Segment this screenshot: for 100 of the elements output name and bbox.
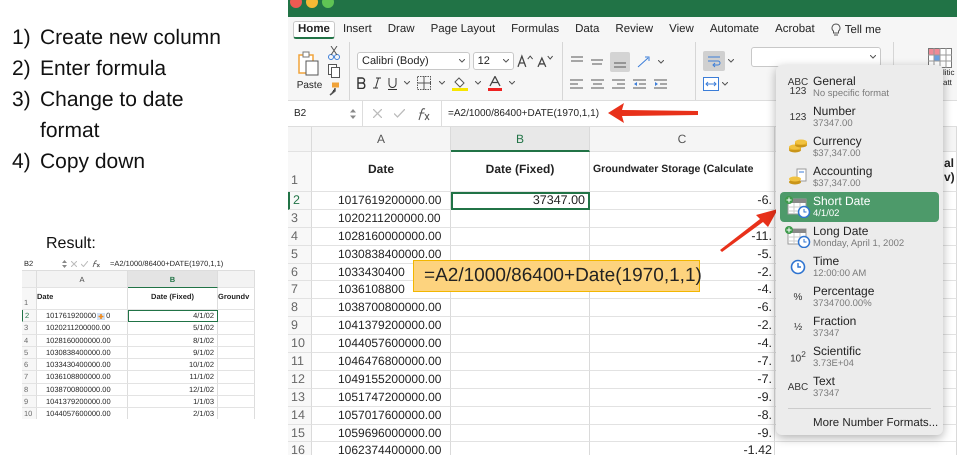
- format-example: 3734700.00%: [813, 298, 873, 309]
- format-option[interactable]: Currency $37,347.00: [780, 132, 939, 162]
- table-cell: -9.: [590, 388, 775, 407]
- ribbon-tab[interactable]: Data: [567, 17, 608, 42]
- table-cell: 1041379200000.00: [312, 317, 451, 336]
- ribbon-tab[interactable]: Insert: [334, 17, 380, 42]
- format-name: Fraction: [813, 315, 856, 328]
- percentage-format-icon: %: [787, 292, 809, 302]
- format-example: No specific format: [813, 88, 890, 99]
- caret-icon: [458, 58, 465, 62]
- caret-icon[interactable]: [509, 81, 515, 85]
- step-number: 3): [12, 87, 32, 113]
- caret-icon[interactable]: [439, 81, 445, 85]
- header-cell-fragment: v): [944, 170, 956, 184]
- format-name: General: [813, 75, 857, 88]
- caret-icon[interactable]: [722, 82, 728, 86]
- caret-icon[interactable]: [658, 60, 664, 64]
- step-text: Enter formula: [40, 56, 168, 82]
- caret-icon[interactable]: [404, 81, 410, 85]
- row-number: 14: [288, 406, 312, 425]
- conditional-formatting-icon[interactable]: [928, 48, 952, 68]
- decrease-indent-icon[interactable]: [633, 78, 646, 90]
- table-cell: 1044057600000.00: [312, 335, 451, 354]
- header-cell: Date: [312, 152, 451, 192]
- copy-icon[interactable]: [328, 64, 340, 78]
- format-name: Time: [813, 255, 840, 268]
- column-header[interactable]: B: [451, 127, 590, 152]
- caret-icon[interactable]: [475, 81, 481, 85]
- ribbon-tab[interactable]: Automate: [702, 17, 768, 42]
- format-option[interactable]: Time 12:00:00 AM: [780, 252, 939, 282]
- row-number: 15: [288, 424, 312, 442]
- column-header[interactable]: A: [312, 127, 451, 152]
- merge-cells-icon[interactable]: [703, 77, 719, 91]
- ribbon-tab[interactable]: Review: [607, 17, 662, 42]
- ribbon-tab[interactable]: Formulas: [503, 17, 568, 42]
- formula-field[interactable]: =A2/1000/86400+DATE(1970,1,1): [442, 108, 600, 119]
- table-cell: -7.: [590, 370, 775, 389]
- format-painter-icon[interactable]: [328, 82, 340, 96]
- bold-icon[interactable]: [357, 77, 366, 89]
- table-cell: -6.: [590, 299, 775, 318]
- align-left-icon[interactable]: [570, 78, 583, 90]
- ribbon-tab[interactable]: Home: [293, 20, 335, 38]
- fill-color-icon[interactable]: [452, 76, 468, 90]
- function-icon[interactable]: [417, 106, 431, 120]
- paste-button[interactable]: Paste: [296, 51, 322, 91]
- scientific-format-icon: 10$^{2}$: [787, 350, 809, 364]
- format-option[interactable]: Long Date Monday, April 1, 2002: [780, 222, 939, 252]
- fraction-format-icon: ½: [787, 322, 809, 332]
- format-example: 12:00:00 AM: [813, 268, 866, 279]
- clock-icon: [790, 259, 806, 275]
- header-cell: Date (Fixed): [451, 152, 590, 192]
- font-color-icon[interactable]: [488, 76, 502, 90]
- italic-icon[interactable]: [373, 77, 381, 89]
- ribbon-tab[interactable]: Page Layout: [422, 17, 504, 42]
- more-formats-item[interactable]: More Number Formats...: [780, 417, 938, 429]
- underline-icon[interactable]: [388, 76, 397, 90]
- check-icon: [394, 109, 405, 118]
- cancel-icon: [71, 260, 77, 266]
- row-number: 9: [288, 317, 312, 336]
- ribbon-label-fragment: litic: [943, 68, 955, 78]
- format-example: $37,347.00: [813, 148, 862, 159]
- row-number: 5: [288, 246, 312, 264]
- orientation-icon[interactable]: [636, 55, 652, 69]
- increase-font-icon[interactable]: [516, 54, 534, 68]
- table-cell: -7.: [590, 353, 775, 371]
- ribbon-tab[interactable]: View: [661, 17, 702, 42]
- window-controls-icon[interactable]: [290, 0, 334, 10]
- table-cell: -2.: [590, 317, 775, 336]
- increase-indent-icon[interactable]: [654, 78, 667, 90]
- row-number: 2: [288, 192, 312, 210]
- table-cell: -8.: [590, 406, 775, 425]
- ribbon-tab[interactable]: Draw: [380, 17, 423, 42]
- caret-icon[interactable]: [728, 59, 734, 63]
- decrease-font-icon[interactable]: [537, 54, 555, 68]
- format-example: 3.73E+04: [813, 358, 855, 369]
- format-name: Long Date: [813, 225, 870, 238]
- ribbon-tab[interactable]: Acrobat: [767, 17, 823, 42]
- row-number: 1: [288, 152, 312, 192]
- row-number: 6: [288, 264, 312, 282]
- font-name-dropdown[interactable]: Calibri (Body): [357, 52, 470, 70]
- stepper-icon[interactable]: [62, 260, 67, 268]
- format-option[interactable]: Accounting $37,347.00: [780, 162, 939, 192]
- format-option[interactable]: ABC 123 General No specific format: [780, 72, 939, 102]
- column-header[interactable]: C: [590, 127, 775, 152]
- cut-icon[interactable]: [328, 46, 340, 60]
- table-cell: -6.: [590, 192, 775, 210]
- row-number: 11: [288, 353, 312, 371]
- format-name: Scientific: [813, 345, 862, 358]
- borders-icon[interactable]: [417, 76, 432, 90]
- tell-me-field[interactable]: Tell me: [844, 24, 882, 36]
- format-name: Short Date: [813, 195, 870, 208]
- table-cell: 1059696000000.00: [312, 424, 451, 442]
- align-center-icon[interactable]: [591, 78, 604, 90]
- name-box[interactable]: B2: [288, 101, 363, 126]
- align-right-icon[interactable]: [612, 78, 625, 90]
- function-icon: [92, 260, 100, 268]
- align-bottom-icon[interactable]: [610, 52, 630, 72]
- font-size-dropdown[interactable]: 12: [472, 52, 514, 70]
- format-example: Monday, April 1, 2002: [813, 238, 904, 249]
- row-number: 4: [288, 228, 312, 246]
